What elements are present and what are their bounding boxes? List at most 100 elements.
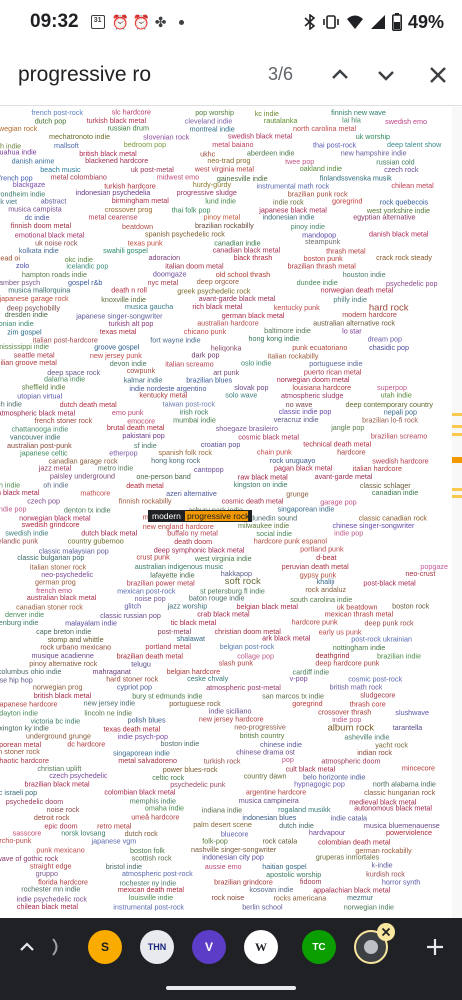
- genre-label[interactable]: shoegaze brasileiro: [216, 424, 278, 433]
- tab-thn-site[interactable]: THN: [140, 930, 174, 964]
- genre-label[interactable]: indiana indie: [202, 806, 242, 815]
- genre-label[interactable]: gruperas inmortales: [316, 853, 380, 862]
- genre-label[interactable]: classic bulgarian pop: [17, 553, 84, 562]
- genre-label[interactable]: powerviolence: [386, 828, 432, 837]
- collapse-tab-strip-button[interactable]: [10, 930, 44, 964]
- genre-label[interactable]: slash punk: [219, 659, 254, 668]
- genre-label[interactable]: boston rock: [392, 602, 430, 611]
- genre-label[interactable]: atmospheric sludge: [281, 391, 343, 400]
- genre-label[interactable]: brazilian screamo: [371, 432, 427, 441]
- genre-label[interactable]: paisley underground: [50, 472, 115, 481]
- genre-label[interactable]: musica campineira: [239, 796, 299, 805]
- genre-label[interactable]: blackened hardcore: [85, 156, 148, 165]
- genre-label[interactable]: autonomous black metal: [354, 804, 432, 813]
- genre-label[interactable]: classic hungarian rock: [364, 788, 436, 797]
- gesture-handle[interactable]: [166, 986, 296, 990]
- genre-label[interactable]: avant-garde metal: [315, 472, 373, 481]
- genre-label[interactable]: azeri alternative: [166, 489, 217, 498]
- genre-label[interactable]: grunge: [286, 490, 308, 499]
- genre-label[interactable]: dutch stoner rock: [0, 747, 40, 756]
- genre-label[interactable]: blackgaze: [13, 180, 45, 189]
- genre-label[interactable]: kingston on indie: [234, 480, 288, 489]
- genre-label[interactable]: crust punk: [137, 553, 171, 562]
- highlighted-match[interactable]: modern progressive rock: [148, 510, 252, 522]
- genre-label[interactable]: lund indie: [205, 197, 236, 206]
- close-current-tab-button[interactable]: [377, 923, 395, 941]
- genre-label[interactable]: japanese hardcore: [0, 700, 58, 709]
- genre-label[interactable]: japanese vgm: [91, 837, 137, 846]
- genre-label[interactable]: zolo: [16, 261, 29, 270]
- genre-label[interactable]: twee indie pop: [0, 505, 26, 514]
- genre-label[interactable]: indie catala: [331, 813, 367, 822]
- tab-wikipedia-site[interactable]: W: [244, 930, 278, 964]
- genre-label[interactable]: cantopop: [194, 465, 224, 474]
- genre-label[interactable]: houston indie: [343, 270, 386, 279]
- next-match-button[interactable]: [369, 58, 403, 92]
- genre-label[interactable]: texas metal: [100, 327, 137, 336]
- genre-label[interactable]: ark black metal: [262, 634, 311, 643]
- genre-label[interactable]: anarcho-punk: [0, 836, 32, 845]
- genre-label[interactable]: singaporean indie: [278, 505, 335, 514]
- genre-label[interactable]: finnish rockabilly: [119, 497, 172, 506]
- genre-label[interactable]: metal colombiano: [51, 173, 107, 182]
- previous-match-button[interactable]: [323, 58, 357, 92]
- genre-label[interactable]: jangle pop: [330, 423, 364, 432]
- genre-label[interactable]: hardcore punk: [292, 618, 338, 627]
- genre-label[interactable]: mincecore: [402, 764, 435, 773]
- genre-label[interactable]: gothenburg indie: [0, 618, 38, 627]
- genre-label[interactable]: rock catala: [263, 836, 298, 845]
- genre-label[interactable]: steampunk: [305, 237, 341, 246]
- genre-label[interactable]: swedish emo: [385, 117, 427, 126]
- genre-label[interactable]: aussie emo: [205, 862, 242, 871]
- genre-label[interactable]: metal cearense: [89, 213, 138, 222]
- genre-label[interactable]: spanish psychedelic rock: [145, 229, 225, 238]
- genre-label[interactable]: brazilian indie: [377, 651, 421, 660]
- genre-label[interactable]: chilean black metal: [17, 902, 79, 911]
- tab-peek[interactable]: [48, 930, 64, 964]
- genre-label[interactable]: danish anime: [12, 157, 55, 166]
- genre-label[interactable]: russian drum: [108, 124, 150, 133]
- genre-label[interactable]: new jersey indie: [84, 698, 136, 707]
- genre-label[interactable]: tarantella: [393, 723, 423, 732]
- genre-label[interactable]: columbus ohio indie: [0, 667, 61, 676]
- genre-label[interactable]: goregrind: [332, 196, 362, 205]
- genre-label[interactable]: portland metal: [145, 642, 191, 651]
- genre-label[interactable]: swahili gospel: [103, 246, 148, 255]
- genre-label[interactable]: oakland indie: [300, 164, 342, 173]
- genre-label[interactable]: chinese hip hop: [0, 676, 33, 685]
- genre-label[interactable]: mechatronoto indie: [49, 132, 110, 141]
- genre-label[interactable]: dutch indie: [0, 399, 22, 408]
- genre-label[interactable]: psychedelic punk: [170, 780, 226, 789]
- genre-label[interactable]: nyc metal: [148, 278, 179, 287]
- genre-label[interactable]: death metal: [126, 481, 164, 490]
- genre-label[interactable]: dc hardcore: [67, 739, 105, 748]
- genre-label[interactable]: indonesian city pop: [202, 853, 264, 862]
- genre-label[interactable]: folk-pop: [202, 836, 228, 845]
- genre-label[interactable]: hong kong rock: [151, 456, 201, 465]
- genre-label[interactable]: deep hardcore punk: [315, 659, 379, 668]
- genre-label[interactable]: pop: [282, 755, 294, 764]
- tab-v-site[interactable]: V: [192, 930, 226, 964]
- genre-label[interactable]: dark pop: [192, 350, 220, 359]
- genre-label[interactable]: v-pop: [290, 674, 308, 683]
- genre-label[interactable]: belgian post-rock: [220, 642, 275, 651]
- genre-label[interactable]: australian indigenous music: [135, 562, 224, 571]
- genre-label[interactable]: oh indie: [43, 481, 68, 490]
- genre-label[interactable]: classic israeli pop: [0, 788, 37, 797]
- genre-label[interactable]: mezmur: [347, 893, 374, 902]
- genre-label[interactable]: uk worship: [356, 132, 390, 141]
- genre-label[interactable]: boston indie: [161, 739, 200, 748]
- genre-label[interactable]: danish black metal: [369, 230, 429, 239]
- genre-label[interactable]: ceske chvaly: [187, 674, 229, 683]
- genre-label[interactable]: country dawn: [244, 771, 287, 780]
- genre-label[interactable]: veracruz indie: [274, 415, 319, 424]
- genre-label[interactable]: palm desert scene: [193, 820, 252, 829]
- genre-label[interactable]: crack rock steady: [376, 253, 432, 262]
- new-tab-button[interactable]: [418, 930, 452, 964]
- genre-label[interactable]: indie pop: [334, 528, 363, 537]
- genre-label[interactable]: atmospheric post-rock: [122, 869, 193, 878]
- close-find-button[interactable]: [421, 58, 455, 92]
- genre-label[interactable]: australian black metal: [27, 593, 97, 602]
- genre-label[interactable]: west virginia metal: [194, 164, 255, 173]
- genre-label[interactable]: hardcore: [337, 448, 365, 457]
